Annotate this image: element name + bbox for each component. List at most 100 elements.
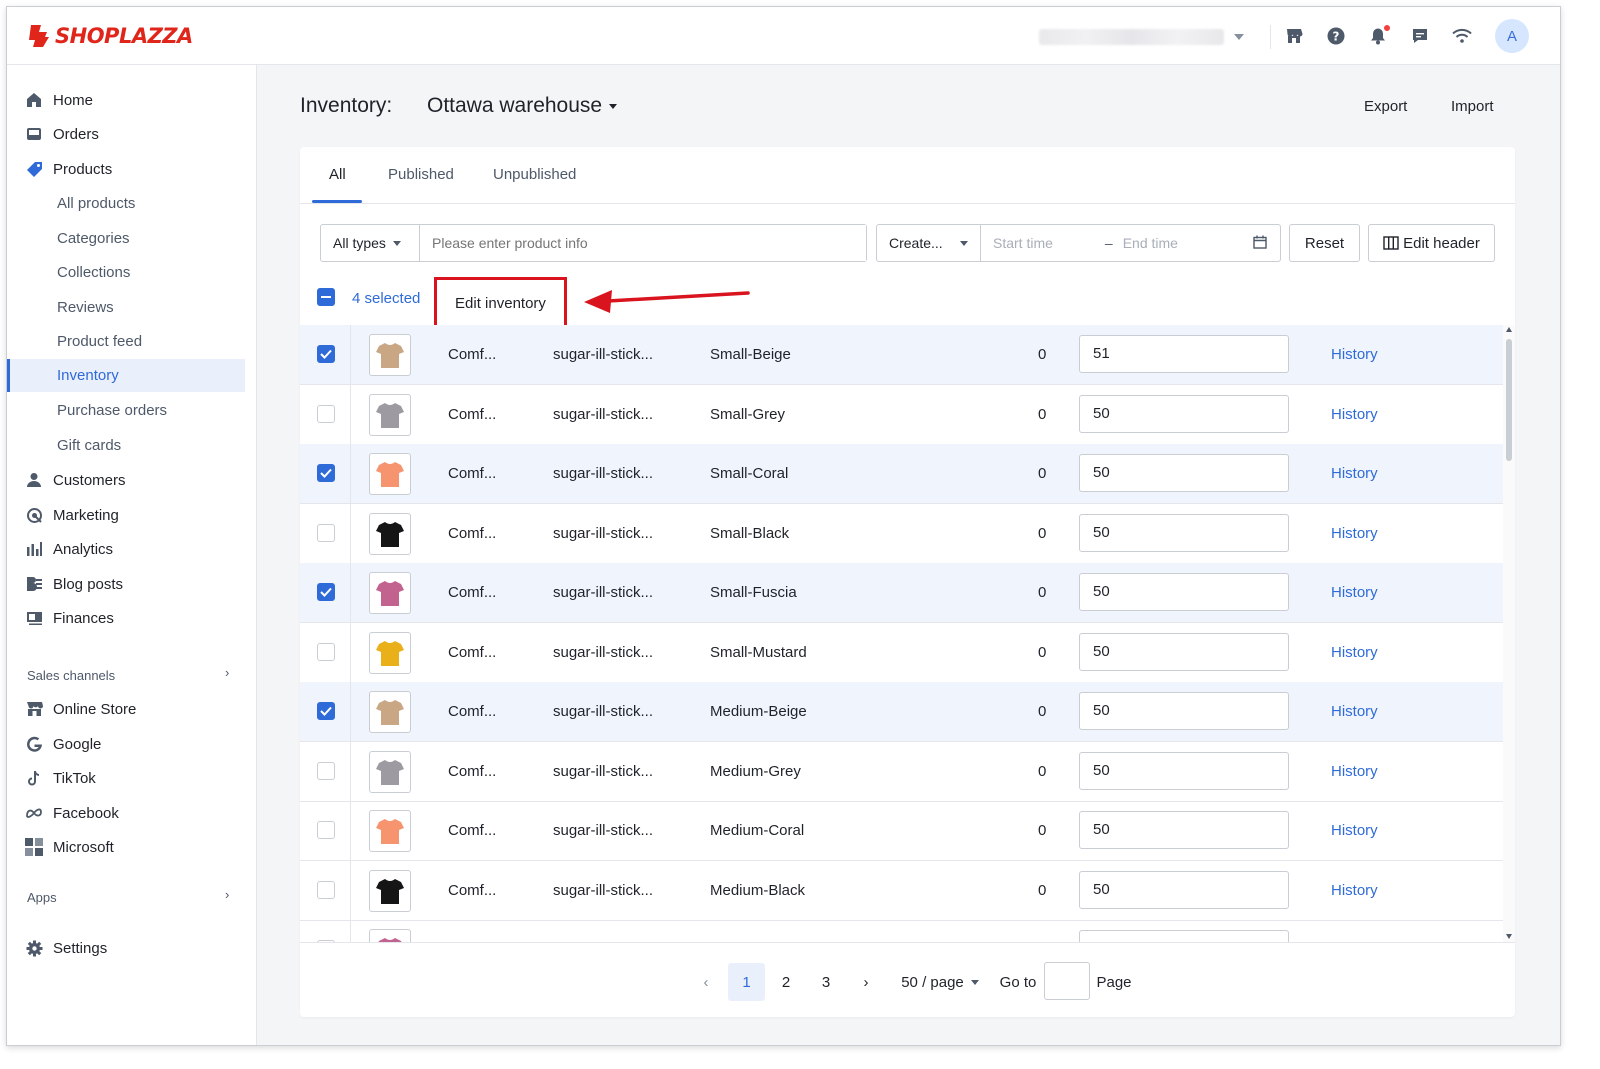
- row-checkbox[interactable]: [317, 642, 335, 661]
- table-row[interactable]: Comf... sugar-ill-stick... Medium-Black …: [300, 860, 1503, 921]
- storefront-icon[interactable]: [1283, 25, 1305, 47]
- history-link[interactable]: History: [1331, 406, 1378, 423]
- product-name[interactable]: Comf...: [448, 703, 496, 720]
- start-time-input[interactable]: Start time: [993, 235, 1053, 251]
- chevron-right-icon[interactable]: ›: [225, 887, 229, 902]
- store-switcher[interactable]: [1039, 27, 1251, 47]
- page-1-button[interactable]: 1: [728, 963, 765, 1001]
- history-link[interactable]: History: [1331, 584, 1378, 601]
- sidebar-item-products[interactable]: Products: [7, 153, 245, 185]
- sidebar-item-finances[interactable]: Finances: [7, 602, 245, 634]
- available-qty-input[interactable]: 50: [1079, 751, 1289, 790]
- product-name[interactable]: Comf...: [448, 763, 496, 780]
- table-row[interactable]: Comf... sugar-ill-stick... Small-Black 0…: [300, 503, 1503, 564]
- row-checkbox[interactable]: [317, 702, 335, 720]
- available-qty-input[interactable]: 51: [1079, 335, 1289, 373]
- product-name[interactable]: Comf...: [448, 644, 496, 661]
- import-button[interactable]: Import: [1451, 98, 1494, 115]
- brand-logo[interactable]: SHOPLAZZA: [27, 23, 193, 49]
- product-thumbnail[interactable]: [369, 810, 411, 852]
- sidebar-sub-all-products[interactable]: All products: [7, 187, 245, 220]
- product-thumbnail[interactable]: [369, 393, 411, 436]
- product-thumbnail[interactable]: [369, 631, 411, 674]
- table-row[interactable]: Comf... sugar-ill-stick... Small-Grey 0 …: [300, 384, 1503, 445]
- product-name[interactable]: Comf...: [448, 822, 496, 839]
- chat-icon[interactable]: [1409, 25, 1431, 47]
- scroll-down-icon[interactable]: [1506, 934, 1512, 939]
- product-name[interactable]: Comf...: [448, 406, 496, 423]
- history-link[interactable]: History: [1331, 703, 1378, 720]
- sidebar-item-facebook[interactable]: Facebook: [7, 797, 245, 829]
- row-checkbox[interactable]: [317, 523, 335, 542]
- type-select[interactable]: All types: [321, 225, 420, 261]
- available-qty-input[interactable]: 50: [1079, 632, 1289, 671]
- help-icon[interactable]: ?: [1325, 25, 1347, 47]
- next-page-icon[interactable]: ›: [856, 963, 876, 1001]
- prev-page-icon[interactable]: ‹: [696, 963, 716, 1001]
- available-qty-input[interactable]: 50: [1079, 454, 1289, 492]
- available-qty-input[interactable]: 50: [1079, 394, 1289, 433]
- product-thumbnail[interactable]: [369, 512, 411, 555]
- sidebar-item-settings[interactable]: Settings: [7, 932, 245, 964]
- sidebar-sub-purchase-orders[interactable]: Purchase orders: [7, 394, 245, 427]
- table-row[interactable]: Comf... sugar-ill-stick... Medium-Grey 0…: [300, 741, 1503, 802]
- product-name[interactable]: Comf...: [448, 882, 496, 899]
- end-time-input[interactable]: End time: [1123, 235, 1178, 251]
- date-type-select[interactable]: Create...: [877, 225, 981, 261]
- table-row[interactable]: Comf... sugar-ill-stick... Medium-Beige …: [300, 682, 1503, 742]
- product-thumbnail[interactable]: [369, 929, 411, 942]
- product-search-input[interactable]: [420, 225, 866, 261]
- table-row[interactable]: Comf... sugar-ill-stick... Medium-Coral …: [300, 801, 1503, 861]
- product-thumbnail[interactable]: [369, 453, 411, 495]
- product-thumbnail[interactable]: [369, 691, 411, 733]
- row-checkbox[interactable]: [317, 761, 335, 780]
- available-qty-input[interactable]: 50: [1079, 573, 1289, 611]
- product-name[interactable]: Comf...: [448, 584, 496, 601]
- chevron-right-icon[interactable]: ›: [225, 665, 229, 680]
- history-link[interactable]: History: [1331, 822, 1378, 839]
- history-link[interactable]: History: [1331, 882, 1378, 899]
- sidebar-item-google[interactable]: Google: [7, 728, 245, 760]
- sidebar-sub-product-feed[interactable]: Product feed: [7, 325, 245, 358]
- sidebar-item-microsoft[interactable]: Microsoft: [7, 831, 245, 863]
- notification-bell-icon[interactable]: [1367, 25, 1390, 47]
- row-checkbox[interactable]: [317, 464, 335, 482]
- sidebar-item-customers[interactable]: Customers: [7, 464, 245, 496]
- table-row[interactable]: Comf... sugar-ill-stick... Small-Beige 0…: [300, 325, 1503, 385]
- row-checkbox[interactable]: [317, 345, 335, 363]
- sidebar-sub-categories[interactable]: Categories: [7, 222, 245, 255]
- product-name[interactable]: Comf...: [448, 346, 496, 363]
- available-qty-input[interactable]: 50: [1079, 870, 1289, 909]
- product-thumbnail[interactable]: [369, 572, 411, 614]
- edit-header-button[interactable]: Edit header: [1368, 224, 1495, 262]
- sidebar-sub-reviews[interactable]: Reviews: [7, 291, 245, 324]
- history-link[interactable]: History: [1331, 525, 1378, 542]
- sidebar-sub-inventory[interactable]: Inventory: [7, 359, 245, 392]
- product-name[interactable]: Comf...: [448, 525, 496, 542]
- history-link[interactable]: History: [1331, 763, 1378, 780]
- available-qty-input[interactable]: 50: [1079, 513, 1289, 552]
- available-qty-input[interactable]: [1079, 930, 1289, 942]
- sidebar-item-analytics[interactable]: Analytics: [7, 533, 245, 565]
- table-scrollbar[interactable]: [1503, 325, 1515, 942]
- scroll-thumb[interactable]: [1506, 339, 1512, 461]
- wifi-icon[interactable]: [1451, 25, 1473, 47]
- sidebar-item-orders[interactable]: Orders: [7, 118, 245, 150]
- reset-button[interactable]: Reset: [1289, 224, 1360, 262]
- page-size-select[interactable]: 50 / page: [899, 963, 981, 1001]
- sidebar-sub-gift-cards[interactable]: Gift cards: [7, 429, 245, 462]
- product-thumbnail[interactable]: [369, 750, 411, 793]
- history-link[interactable]: History: [1331, 346, 1378, 363]
- page-3-button[interactable]: 3: [816, 963, 836, 1001]
- tab-published[interactable]: Published: [388, 166, 454, 183]
- product-name[interactable]: Comf...: [448, 465, 496, 482]
- calendar-icon[interactable]: [1253, 235, 1267, 252]
- sidebar-item-online-store[interactable]: Online Store: [7, 693, 245, 725]
- tab-unpublished[interactable]: Unpublished: [493, 166, 576, 183]
- goto-page-input[interactable]: [1044, 962, 1090, 1000]
- available-qty-input[interactable]: 50: [1079, 692, 1289, 730]
- table-row[interactable]: [300, 920, 1503, 942]
- sidebar-sub-collections[interactable]: Collections: [7, 256, 245, 289]
- sidebar-item-home[interactable]: Home: [7, 84, 245, 116]
- row-checkbox[interactable]: [317, 821, 335, 839]
